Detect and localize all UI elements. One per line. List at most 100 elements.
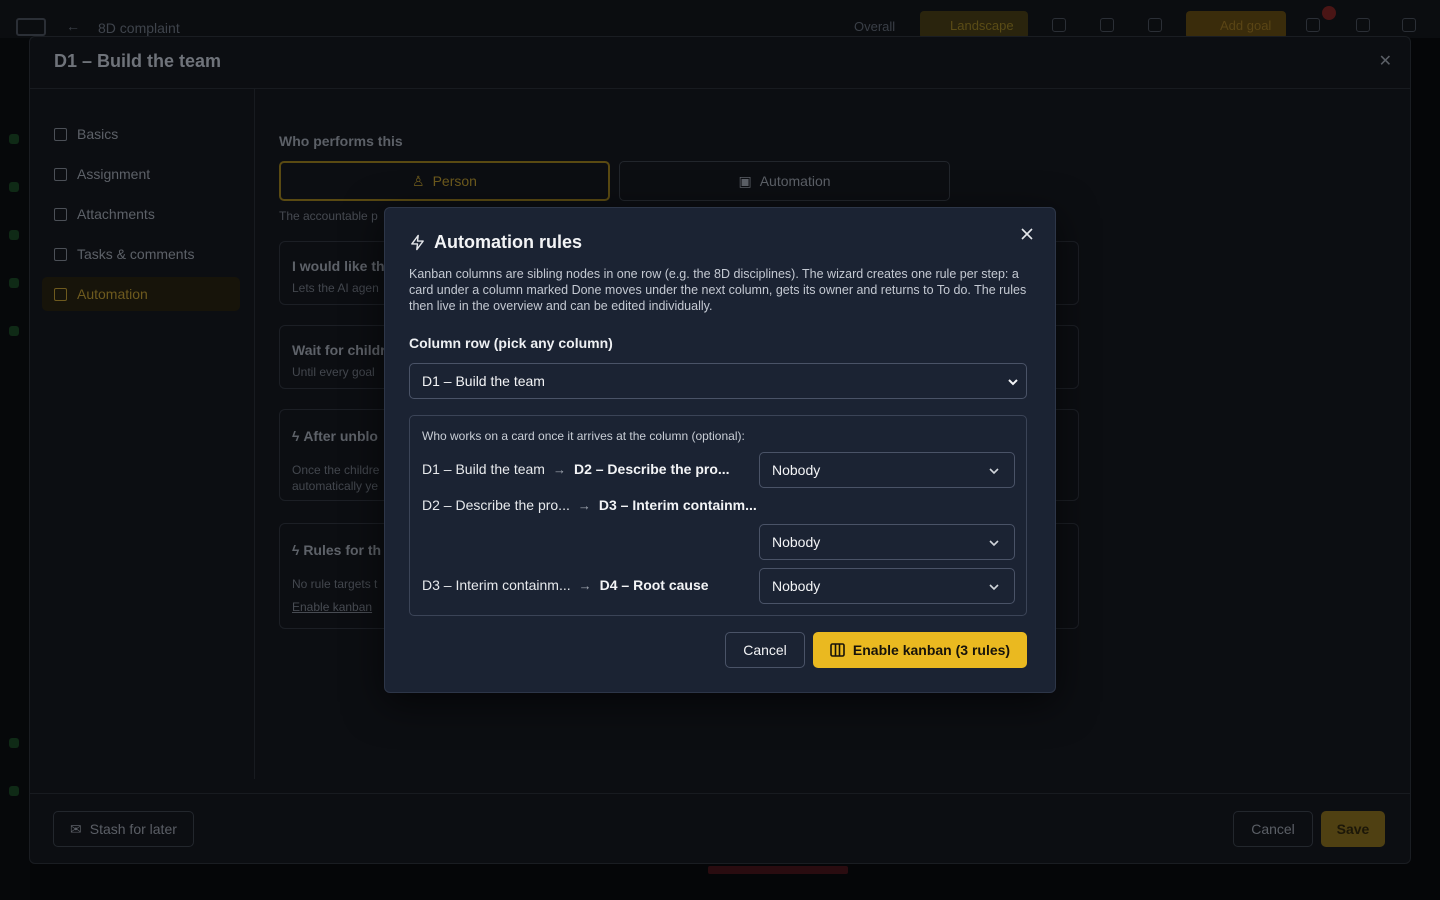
rail-icon[interactable] xyxy=(9,738,19,748)
step-owners-box: Who works on a card once it arrives at t… xyxy=(409,415,1027,616)
left-rail xyxy=(0,38,30,900)
chevron-down-icon xyxy=(989,468,999,475)
step-owner-dropdown[interactable]: Nobody xyxy=(759,452,1015,488)
status-strip xyxy=(708,866,848,874)
step-row: D2 – Describe the pro... → D3 – Interim … xyxy=(422,497,757,513)
dialog-title: Automation rules xyxy=(409,232,582,253)
arrow-right-icon: → xyxy=(578,577,592,593)
rail-icon[interactable] xyxy=(9,182,19,192)
user-icon[interactable] xyxy=(1356,18,1370,32)
dialog-close-button[interactable] xyxy=(1017,224,1037,244)
list-icon[interactable] xyxy=(1052,18,1066,32)
columns-icon xyxy=(830,643,845,657)
sidebar-item-label: Automation xyxy=(77,286,148,302)
card-title: ϟ After unblo xyxy=(292,428,378,444)
robot-icon: ▣ xyxy=(738,172,752,189)
toggle-overall[interactable]: Overall xyxy=(846,16,903,38)
paperclip-icon xyxy=(54,207,67,221)
step-owner-dropdown[interactable]: Nobody xyxy=(759,524,1015,560)
lightning-icon: ϟ xyxy=(292,428,304,444)
step-to: D2 – Describe the pro... xyxy=(573,461,730,477)
footer-cancel-button[interactable]: Cancel xyxy=(1233,811,1313,847)
step-from: D2 – Describe the pro... xyxy=(422,497,570,513)
rail-icon[interactable] xyxy=(9,134,19,144)
text-icon[interactable] xyxy=(1100,18,1114,32)
robot-icon xyxy=(54,287,67,301)
sidebar-item-automation[interactable]: Automation xyxy=(42,277,240,311)
app-logo xyxy=(16,18,46,36)
person-option-button[interactable]: ♙ Person xyxy=(279,161,610,201)
settings-icon[interactable] xyxy=(1402,18,1416,32)
person-icon: ♙ xyxy=(412,172,425,189)
automation-option-label: Automation xyxy=(759,173,831,189)
person-option-label: Person xyxy=(432,173,477,189)
lightning-icon xyxy=(411,234,424,251)
expand-icon[interactable] xyxy=(1148,18,1162,32)
panel-title: D1 – Build the team xyxy=(54,51,222,71)
sidebar-item-label: Attachments xyxy=(77,206,155,222)
add-goal-button[interactable]: Add goal xyxy=(1186,11,1286,39)
arrow-right-icon: → xyxy=(577,497,591,513)
card-subtitle: Lets the AI agen xyxy=(292,281,379,295)
notification-badge xyxy=(1322,6,1336,20)
step-row: D1 – Build the team → D2 – Describe the … xyxy=(422,461,730,477)
dialog-description: Kanban columns are sibling nodes in one … xyxy=(409,267,1027,313)
chevron-down-icon xyxy=(1008,379,1018,386)
owner-value: Nobody xyxy=(772,534,821,550)
accountable-hint: The accountable p xyxy=(279,209,378,223)
enable-kanban-link[interactable]: Enable kanban xyxy=(292,600,372,614)
inbox-icon: ✉ xyxy=(70,820,82,837)
sidebar-item-assignment[interactable]: Assignment xyxy=(42,157,240,191)
lightning-icon: ϟ xyxy=(292,542,304,558)
sidebar-item-tasks-comments[interactable]: Tasks & comments xyxy=(42,237,240,271)
rail-icon[interactable] xyxy=(9,786,19,796)
step-row: D3 – Interim containm... → D4 – Root cau… xyxy=(422,577,709,593)
step-from: D3 – Interim containm... xyxy=(422,577,571,593)
sidebar-item-label: Basics xyxy=(77,126,119,142)
sidebar-item-basics[interactable]: Basics xyxy=(42,117,240,151)
chevron-down-icon xyxy=(989,540,999,547)
step-from: D1 – Build the team xyxy=(422,461,545,477)
close-icon xyxy=(1021,228,1033,240)
app-top-bar: ← 8D complaint Overall Landscape Add goa… xyxy=(0,0,1440,39)
card-title: I would like th xyxy=(292,258,385,274)
card-subtitle: No rule targets t xyxy=(292,577,378,591)
card-subtitle: Once the childre xyxy=(292,463,380,477)
rail-icon[interactable] xyxy=(9,230,19,240)
calendar-icon xyxy=(54,167,67,181)
step-owner-dropdown[interactable]: Nobody xyxy=(759,568,1015,604)
card-title: ϟ Rules for th xyxy=(292,542,382,558)
column-row-label: Column row (pick any column) xyxy=(409,335,613,351)
column-row-value: D1 – Build the team xyxy=(422,373,545,389)
automation-rules-dialog: Automation rules Kanban columns are sibl… xyxy=(384,207,1056,693)
inbox-icon[interactable] xyxy=(1306,18,1320,32)
panel-footer: ✉ Stash for later Cancel Save xyxy=(30,793,1410,863)
panel-header: D1 – Build the team ✕ xyxy=(30,37,1410,89)
close-icon[interactable]: ✕ xyxy=(1379,51,1392,71)
column-row-select[interactable]: D1 – Build the team xyxy=(409,363,1027,399)
chevron-down-icon xyxy=(989,584,999,591)
grid-icon xyxy=(54,127,67,141)
step-to: D3 – Interim containm... xyxy=(598,497,757,513)
sidebar-item-attachments[interactable]: Attachments xyxy=(42,197,240,231)
dialog-cancel-button[interactable]: Cancel xyxy=(725,632,805,668)
who-performs-label: Who performs this xyxy=(279,133,403,149)
owner-value: Nobody xyxy=(772,462,821,478)
back-arrow-icon[interactable]: ← xyxy=(66,18,80,34)
footer-save-button[interactable]: Save xyxy=(1321,811,1385,847)
rail-icon[interactable] xyxy=(9,278,19,288)
stash-label: Stash for later xyxy=(89,821,177,837)
stash-for-later-button[interactable]: ✉ Stash for later xyxy=(53,811,194,847)
breadcrumb[interactable]: 8D complaint xyxy=(98,20,180,36)
toggle-landscape[interactable]: Landscape xyxy=(920,11,1028,39)
enable-kanban-label: Enable kanban (3 rules) xyxy=(852,642,1011,658)
automation-option-button[interactable]: ▣ Automation xyxy=(619,161,950,201)
enable-kanban-button[interactable]: Enable kanban (3 rules) xyxy=(813,632,1027,668)
card-subtitle: Until every goal xyxy=(292,365,375,379)
card-title: Wait for childr xyxy=(292,342,386,358)
owner-value: Nobody xyxy=(772,578,821,594)
step-owners-label: Who works on a card once it arrives at t… xyxy=(422,429,745,443)
sidebar-item-label: Assignment xyxy=(77,166,151,182)
arrow-right-icon: → xyxy=(552,461,566,477)
rail-icon[interactable] xyxy=(9,326,19,336)
